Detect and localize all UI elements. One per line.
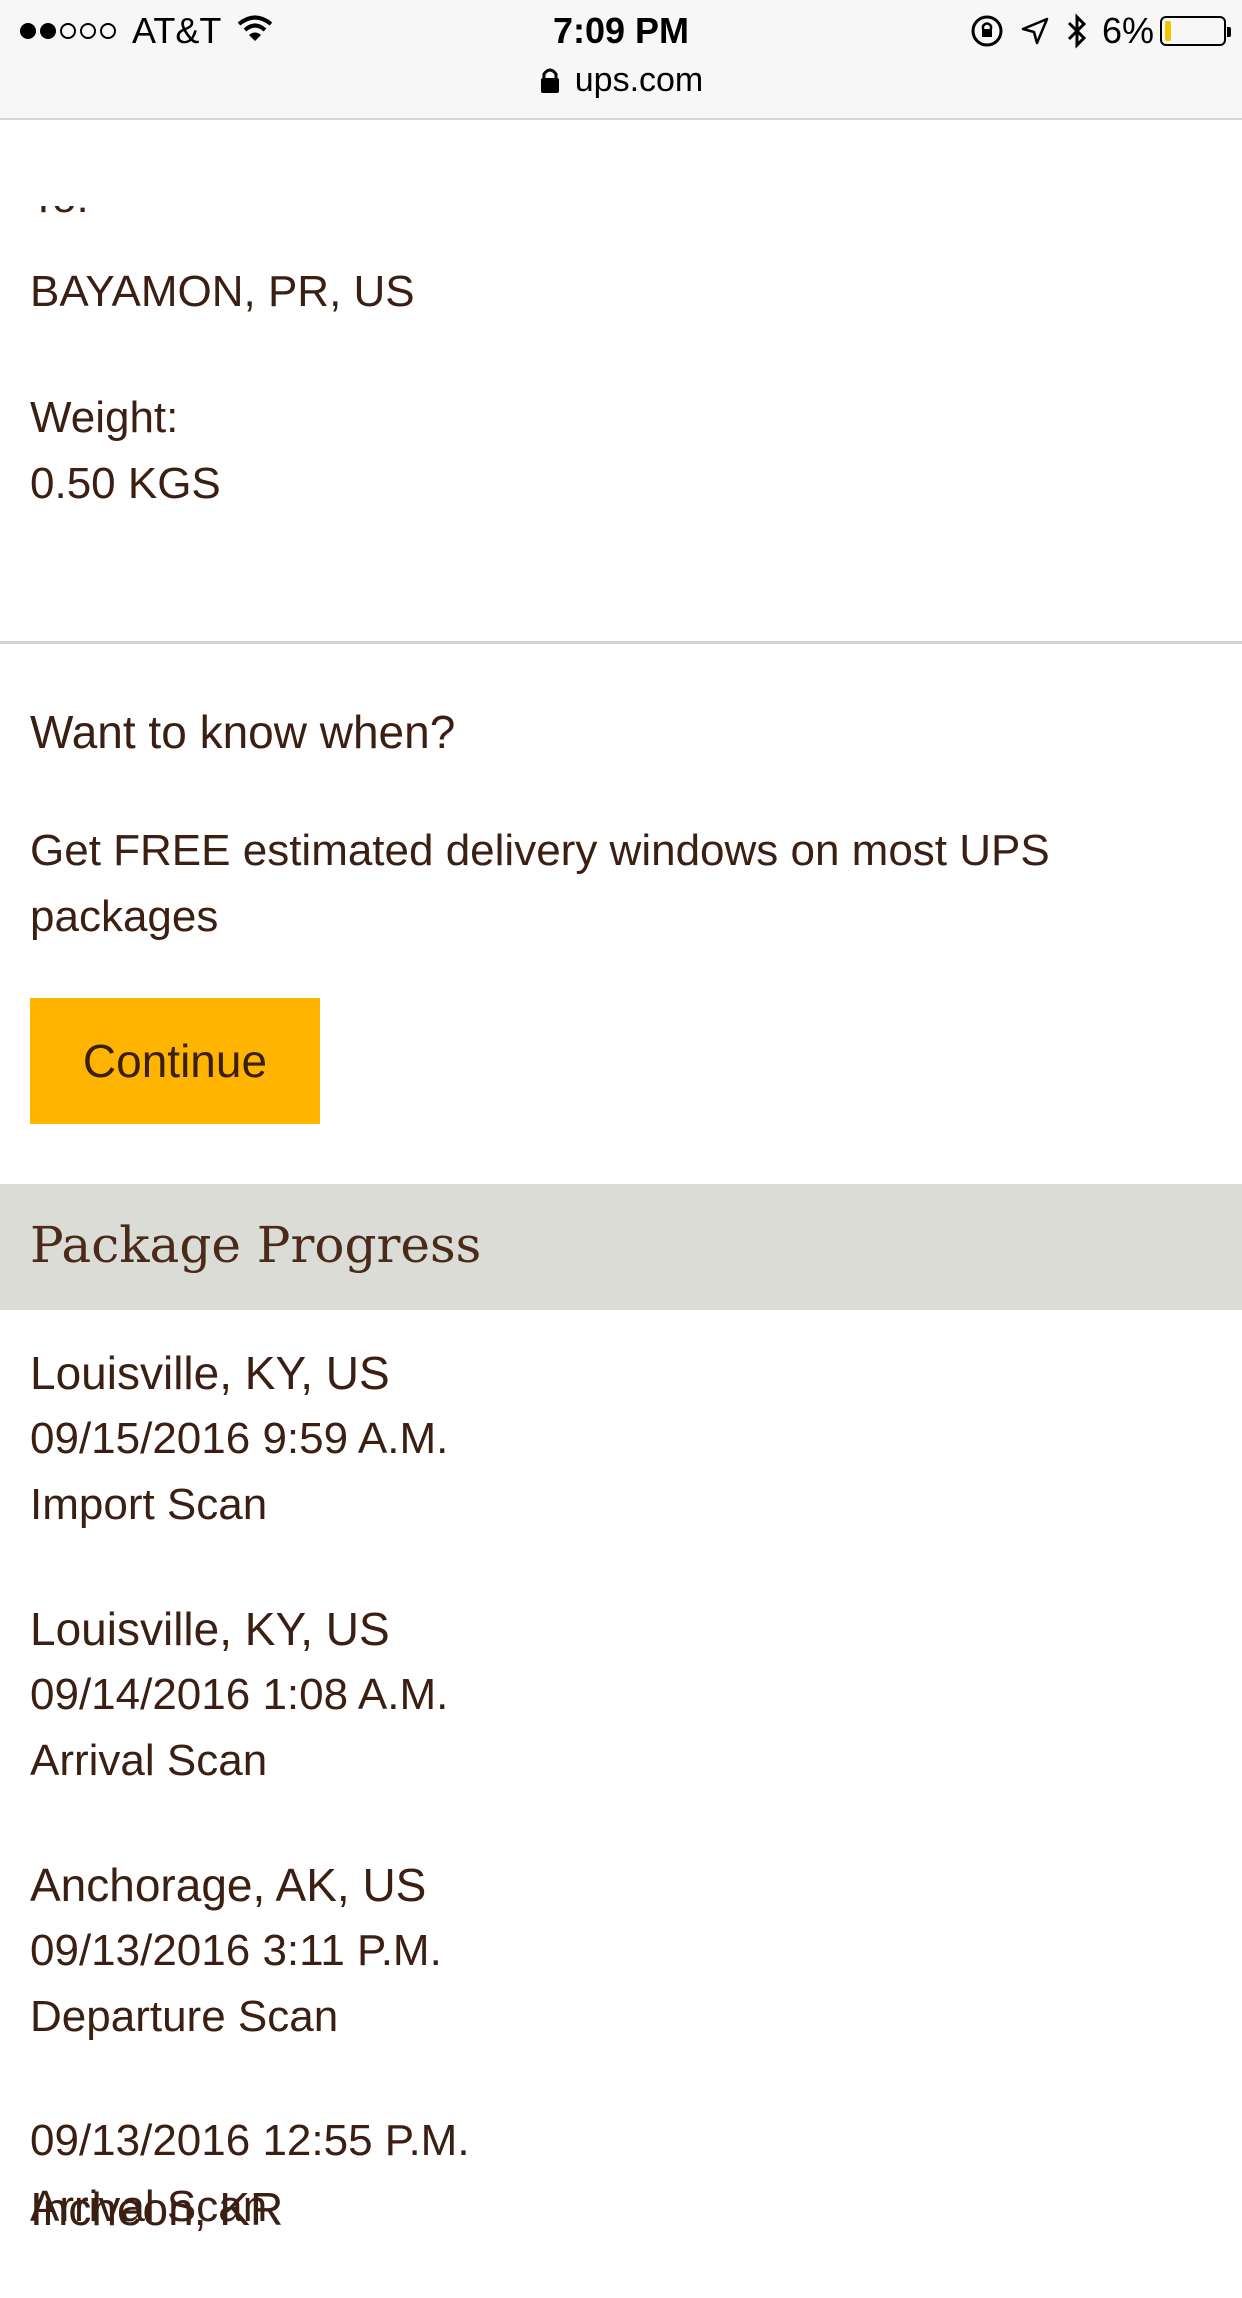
event-activity: Arrival Scan (30, 1736, 268, 1785)
event-datetime: 09/15/2016 9:59 A.M. (30, 1414, 449, 1463)
address-bar[interactable]: ups.com (0, 58, 1242, 102)
lock-icon (539, 66, 561, 94)
event-activity: Import Scan (30, 1480, 268, 1529)
url-text[interactable]: ups.com (575, 61, 704, 100)
promo-body: Get FREE estimated delivery windows on m… (30, 826, 1050, 941)
status-bar: AT&T 7:09 PM 6% ups.com (0, 0, 1242, 120)
progress-event: Anchorage, AK, US 09/13/2016 3:11 P.M. D… (30, 1852, 1210, 2050)
event-location: Louisville, KY, US (30, 1347, 390, 1399)
destination-value: BAYAMON, PR, US (30, 267, 415, 316)
promo-heading: Want to know when? (30, 706, 456, 758)
progress-event: Louisville, KY, US 09/14/2016 1:08 A.M. … (30, 1596, 1210, 1794)
section-divider (0, 641, 1242, 644)
weight-value: 0.50 KGS (30, 459, 221, 508)
progress-list: Louisville, KY, US 09/15/2016 9:59 A.M. … (30, 1340, 1210, 2298)
destination-label: To: (30, 206, 89, 220)
next-event-location-partial: Incheon, KR (30, 2183, 284, 2235)
event-activity: Departure Scan (30, 1992, 339, 2041)
continue-button[interactable]: Continue (30, 998, 320, 1124)
event-datetime: 09/13/2016 3:11 P.M. (30, 1926, 442, 1975)
location-icon (1020, 16, 1050, 46)
battery-icon (1160, 16, 1231, 46)
bluetooth-icon (1066, 13, 1088, 49)
event-datetime: 09/13/2016 12:55 P.M. (30, 2116, 470, 2165)
event-datetime: 09/14/2016 1:08 A.M. (30, 1670, 449, 1719)
weight-label: Weight: (30, 393, 179, 442)
rotation-lock-icon (970, 14, 1004, 48)
status-right: 6% (954, 8, 1231, 54)
battery-level-fill (1165, 21, 1171, 41)
event-location: Louisville, KY, US (30, 1603, 390, 1655)
package-progress-title: Package Progress (30, 1216, 482, 1274)
event-location: Anchorage, AK, US (30, 1859, 427, 1911)
battery-percent: 6% (1101, 10, 1154, 51)
package-progress-header: Package Progress (0, 1184, 1242, 1310)
progress-event: Louisville, KY, US 09/15/2016 9:59 A.M. … (30, 1340, 1210, 1538)
